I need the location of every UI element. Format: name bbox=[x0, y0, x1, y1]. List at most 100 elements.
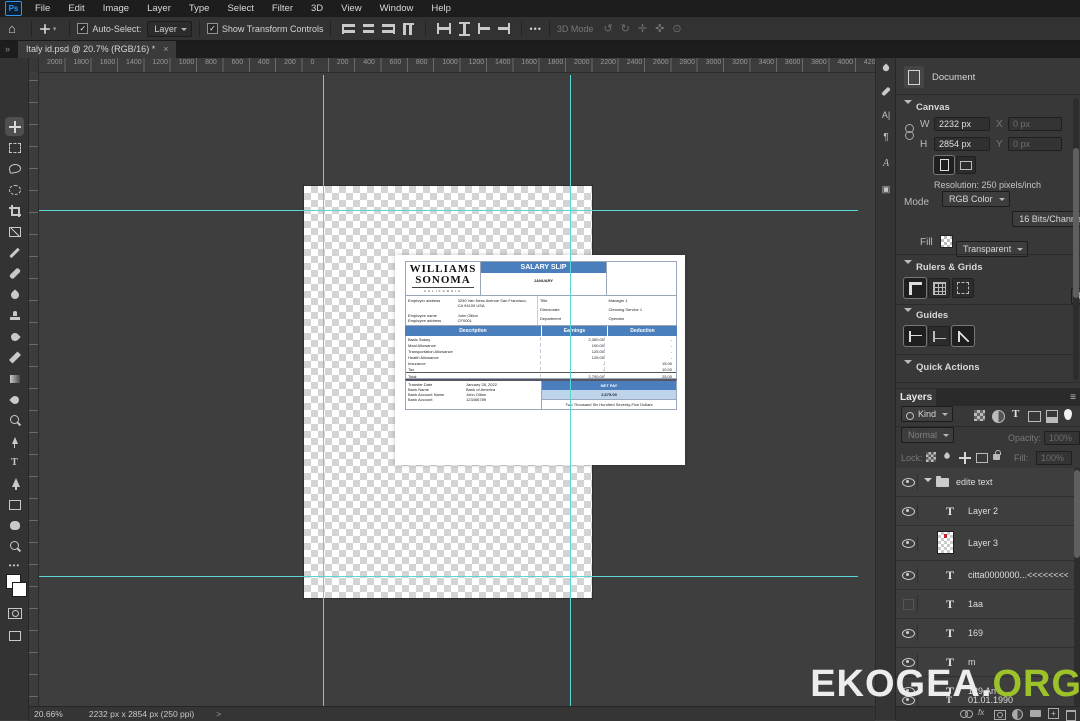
ruler-corner[interactable] bbox=[28, 58, 38, 72]
color-swatches[interactable] bbox=[2, 574, 26, 598]
opacity-field[interactable]: 100% bbox=[1044, 431, 1080, 445]
width-field[interactable]: 2232 px bbox=[934, 117, 990, 131]
align-horizontal-centers-icon[interactable] bbox=[363, 24, 374, 34]
show-transform-checkbox[interactable]: ✓ bbox=[207, 23, 218, 34]
menu-file[interactable]: File bbox=[26, 1, 59, 16]
filter-pixel-layers-icon[interactable] bbox=[974, 410, 985, 421]
filter-smart-objects-icon[interactable] bbox=[1046, 410, 1058, 423]
rulers-grids-section-header[interactable]: Rulers & Grids bbox=[904, 260, 983, 273]
horizontal-guide[interactable] bbox=[38, 210, 858, 211]
move-tool-icon[interactable] bbox=[40, 24, 50, 34]
document-tab[interactable]: Italy id.psd @ 20.7% (RGB/16) * × bbox=[18, 40, 176, 58]
lock-guides-button[interactable] bbox=[928, 326, 950, 346]
menu-3d[interactable]: 3D bbox=[302, 1, 332, 16]
layer-effects-icon[interactable]: fx bbox=[978, 708, 984, 717]
align-top-edges-icon[interactable] bbox=[403, 23, 414, 35]
visibility-toggle[interactable] bbox=[901, 474, 918, 490]
lock-artboard-icon[interactable] bbox=[976, 453, 988, 463]
pen-tool[interactable] bbox=[7, 434, 22, 449]
clear-guides-button[interactable] bbox=[952, 326, 974, 346]
new-layer-icon[interactable]: + bbox=[1048, 708, 1059, 719]
distribute-right-edges-icon[interactable] bbox=[498, 23, 510, 34]
type-tool[interactable]: T bbox=[7, 455, 22, 470]
portrait-orientation-button[interactable] bbox=[934, 156, 954, 174]
height-field[interactable]: 2854 px bbox=[934, 137, 990, 151]
background-color-swatch[interactable] bbox=[12, 582, 27, 597]
menu-type[interactable]: Type bbox=[180, 1, 219, 16]
move-tool[interactable] bbox=[7, 119, 22, 134]
layer-row[interactable]: Layer 3 bbox=[896, 526, 1074, 561]
distribute-vertical-icon[interactable] bbox=[459, 22, 470, 36]
clone-stamp-tool[interactable] bbox=[7, 308, 22, 323]
paragraph-panel-icon[interactable]: ¶ bbox=[876, 132, 896, 143]
brush-tool[interactable] bbox=[7, 287, 22, 302]
layers-panel-menu-icon[interactable]: ≡ bbox=[1065, 389, 1080, 406]
menu-filter[interactable]: Filter bbox=[263, 1, 302, 16]
filter-type-layers-icon[interactable]: T bbox=[1012, 408, 1019, 420]
gradient-tool[interactable] bbox=[7, 371, 22, 386]
v-ruler[interactable] bbox=[28, 58, 39, 706]
grid-toggle-button[interactable] bbox=[928, 278, 950, 298]
glyphs-panel-icon[interactable]: A bbox=[876, 158, 896, 169]
character-panel-icon[interactable]: A| bbox=[876, 110, 896, 120]
x-field[interactable]: 0 px bbox=[1008, 117, 1062, 131]
more-align-options-button[interactable]: ••• bbox=[529, 24, 541, 34]
menu-image[interactable]: Image bbox=[94, 1, 138, 16]
layer-row[interactable]: T Layer 2 bbox=[896, 497, 1074, 526]
vertical-guide[interactable] bbox=[323, 75, 324, 706]
home-icon[interactable]: ⌂ bbox=[8, 21, 16, 36]
menu-view[interactable]: View bbox=[332, 1, 370, 16]
tab-layers[interactable]: Layers bbox=[896, 389, 936, 406]
eyedropper-tool[interactable] bbox=[7, 245, 22, 260]
visibility-toggle[interactable] bbox=[901, 596, 918, 612]
snap-toggle-button[interactable] bbox=[952, 278, 974, 298]
shape-tool[interactable] bbox=[7, 497, 22, 512]
status-chevron-icon[interactable]: > bbox=[216, 709, 221, 719]
layer-row-hidden[interactable]: T 1aa bbox=[896, 590, 1074, 619]
layer-row[interactable]: T citta0000000...<<<<<<<<0 d bbox=[896, 561, 1074, 590]
history-brush-tool[interactable] bbox=[7, 329, 22, 344]
path-selection-tool[interactable] bbox=[7, 476, 22, 491]
rulers-toggle-button[interactable] bbox=[904, 278, 926, 298]
healing-brush-tool[interactable] bbox=[7, 266, 22, 281]
h-ruler[interactable]: 2000180016001400120010008006004002000200… bbox=[38, 58, 875, 73]
align-left-edges-icon[interactable] bbox=[342, 24, 355, 34]
salary-slip-layer[interactable]: WILLIAMS SONOMA CALIFORNIA SALARY SLIP J… bbox=[395, 255, 685, 465]
menu-edit[interactable]: Edit bbox=[59, 1, 93, 16]
tab-overflow-icon[interactable]: » bbox=[5, 44, 10, 54]
visibility-toggle[interactable] bbox=[901, 625, 918, 641]
mode-dropdown[interactable]: RGB Color bbox=[942, 191, 1010, 207]
zoom-percentage[interactable]: 20.66% bbox=[34, 709, 63, 719]
distribute-left-edges-icon[interactable] bbox=[478, 23, 490, 34]
group-expand-icon[interactable] bbox=[924, 478, 932, 486]
libraries-panel-icon[interactable]: ▣ bbox=[876, 184, 896, 195]
visibility-toggle[interactable] bbox=[901, 535, 918, 551]
guides-section-header[interactable]: Guides bbox=[904, 308, 948, 321]
properties-scrollbar[interactable] bbox=[1073, 98, 1079, 380]
canvas-section-header[interactable]: Canvas bbox=[904, 100, 950, 113]
fill-swatch[interactable] bbox=[940, 235, 953, 248]
menu-layer[interactable]: Layer bbox=[138, 1, 180, 16]
lock-paint-icon[interactable] bbox=[943, 452, 951, 460]
landscape-orientation-button[interactable] bbox=[956, 156, 976, 174]
mixer-brush-icon[interactable] bbox=[876, 86, 896, 97]
visibility-toggle[interactable] bbox=[901, 567, 918, 583]
dodge-tool[interactable] bbox=[7, 413, 22, 428]
lasso-tool[interactable] bbox=[7, 161, 22, 176]
edit-toolbar-button[interactable]: ••• bbox=[7, 558, 22, 573]
visibility-toggle[interactable] bbox=[901, 503, 918, 519]
new-group-icon[interactable] bbox=[1030, 710, 1041, 717]
lock-transparency-icon[interactable] bbox=[926, 452, 936, 462]
photoshop-logo-icon[interactable]: Ps bbox=[5, 1, 22, 16]
filter-shape-layers-icon[interactable] bbox=[1028, 411, 1041, 422]
close-icon[interactable]: × bbox=[163, 44, 168, 54]
layer-mask-icon[interactable] bbox=[994, 710, 1006, 720]
bit-depth-dropdown[interactable]: 16 Bits/Channel bbox=[1012, 211, 1080, 227]
brush-settings-icon[interactable] bbox=[876, 64, 896, 75]
zoom-tool[interactable] bbox=[7, 539, 22, 554]
layer-row[interactable]: T 169 bbox=[896, 619, 1074, 648]
frame-tool[interactable] bbox=[7, 224, 22, 239]
auto-select-target-dropdown[interactable]: Layer bbox=[147, 21, 192, 37]
adjustment-layer-icon[interactable] bbox=[1012, 709, 1023, 720]
layers-fill-field[interactable]: 100% bbox=[1036, 451, 1072, 465]
